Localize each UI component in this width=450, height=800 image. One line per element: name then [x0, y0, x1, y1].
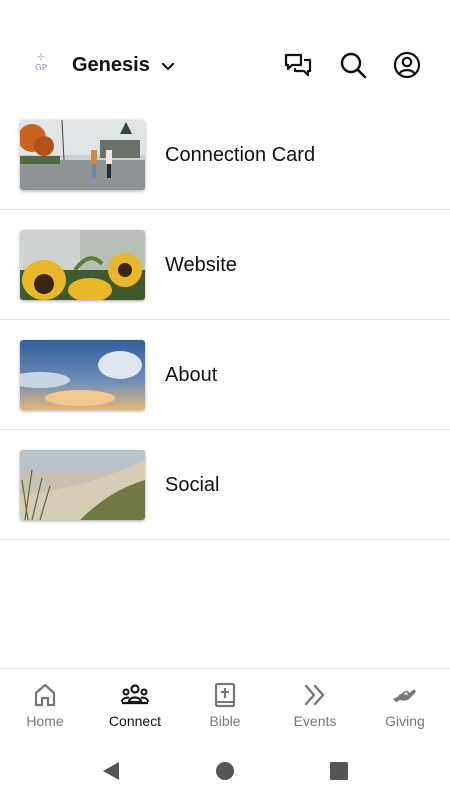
menu-item-connection-card[interactable]: Connection Card	[0, 100, 450, 210]
chevron-down-icon	[161, 62, 174, 70]
church-switcher[interactable]: Genesis	[72, 54, 176, 77]
menu-item-website[interactable]: Website	[0, 210, 450, 320]
people-group-icon	[121, 684, 149, 705]
tab-giving[interactable]: Giving	[360, 669, 450, 740]
website-thumbnail	[20, 230, 145, 300]
account-icon[interactable]	[392, 50, 422, 80]
tab-label: Giving	[385, 713, 425, 729]
about-thumbnail	[20, 340, 145, 410]
chat-icon[interactable]	[283, 50, 313, 80]
menu-item-label: Website	[165, 254, 237, 276]
system-navigation-bar	[0, 740, 450, 800]
menu-item-about[interactable]: About	[0, 320, 450, 430]
social-thumbnail	[20, 450, 145, 520]
double-chevron-icon	[304, 684, 325, 706]
bottom-tab-bar: Home Connect Bible Events Giving	[0, 668, 450, 740]
tab-connect[interactable]: Connect	[90, 669, 180, 740]
home-circle-icon[interactable]	[214, 760, 236, 782]
connection-card-thumbnail	[20, 120, 145, 190]
hand-giving-icon	[393, 689, 416, 702]
recents-icon[interactable]	[328, 760, 350, 782]
tab-label: Connect	[108, 713, 162, 729]
search-icon[interactable]	[338, 50, 368, 80]
bible-icon	[214, 682, 236, 708]
church-logo-text: GP	[35, 63, 47, 72]
church-name: Genesis	[72, 54, 150, 76]
church-logo: ✢ GP	[35, 53, 47, 72]
connect-menu-list: Connection Card Website About Social	[0, 100, 450, 540]
tab-events[interactable]: Events	[270, 669, 360, 740]
tab-home[interactable]: Home	[0, 669, 90, 740]
tab-label: Events	[293, 713, 337, 729]
app-header: ✢ GP Genesis	[0, 0, 450, 110]
home-icon	[34, 683, 56, 707]
tab-label: Home	[26, 713, 64, 729]
menu-item-label: Social	[165, 474, 220, 496]
menu-item-label: About	[165, 364, 218, 386]
menu-item-label: Connection Card	[165, 144, 316, 166]
back-icon[interactable]	[100, 760, 122, 782]
tab-bible[interactable]: Bible	[180, 669, 270, 740]
tab-label: Bible	[209, 713, 241, 729]
menu-item-social[interactable]: Social	[0, 430, 450, 540]
